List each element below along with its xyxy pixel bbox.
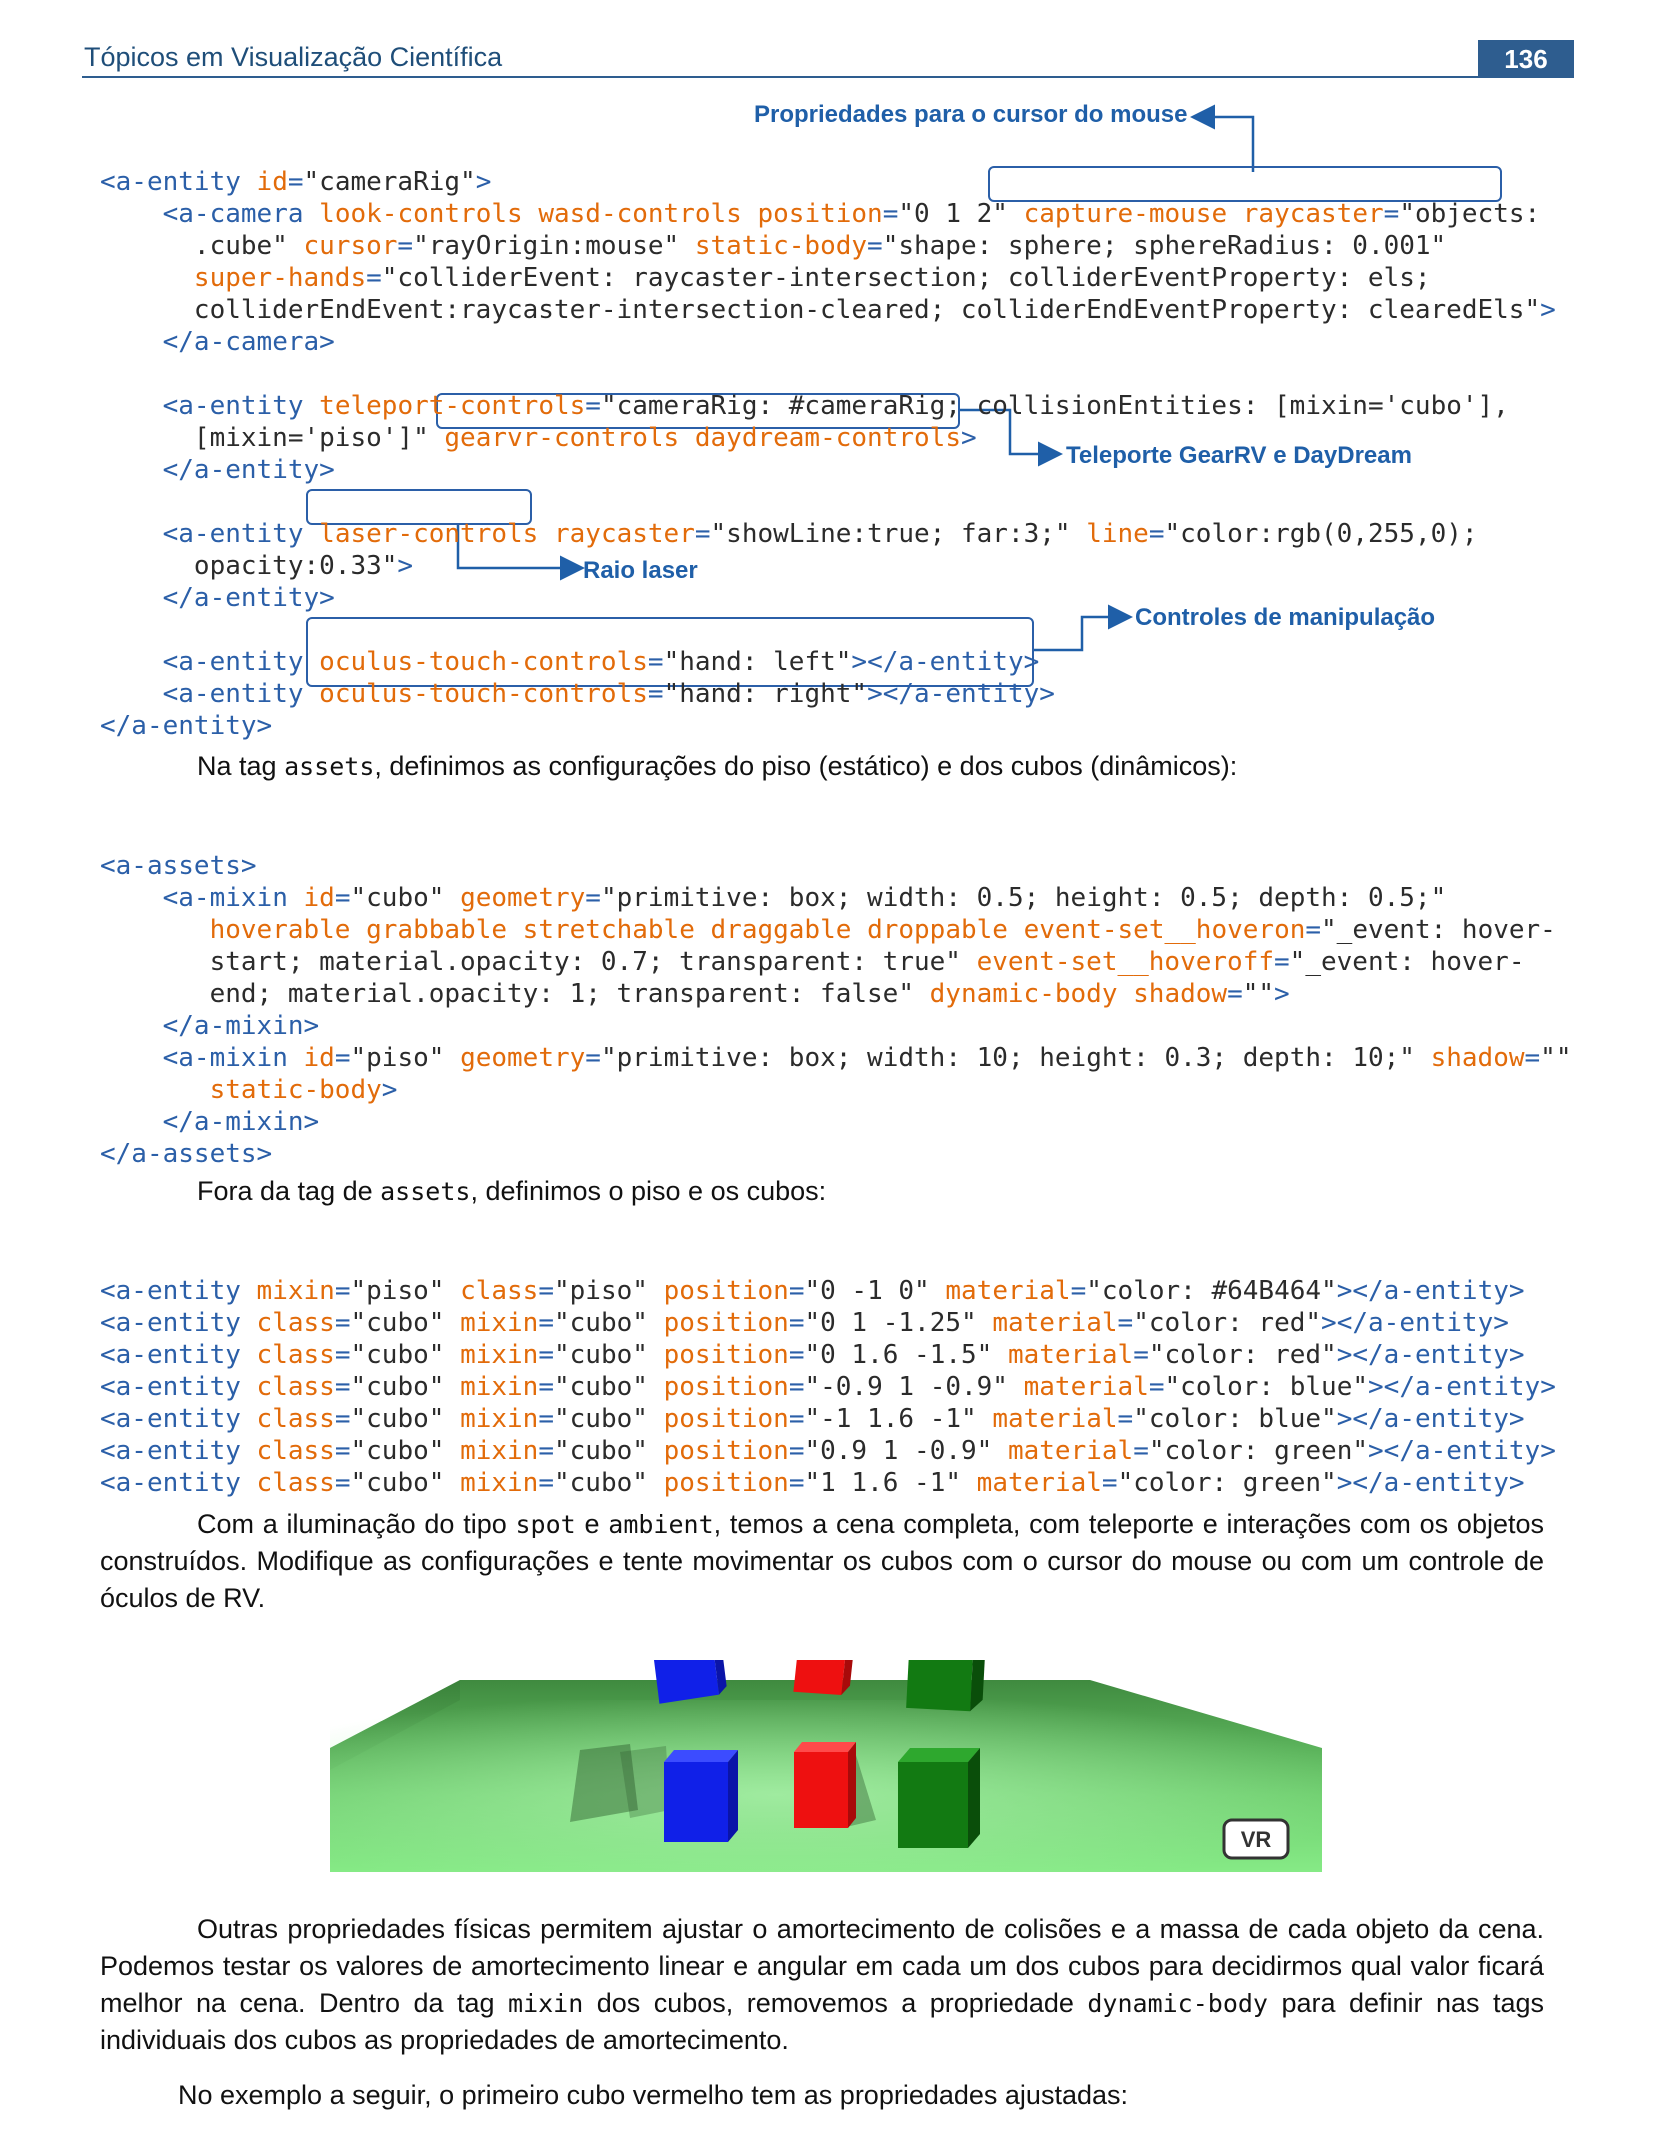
- code-line: <a-entity oculus-touch-controls="hand: l…: [162, 647, 1040, 677]
- code-line: start; material.opacity: 0.7; transparen…: [100, 947, 1525, 977]
- code-block-camera-rig: <a-entity id="cameraRig"> <a-camera look…: [100, 134, 1556, 774]
- vr-button-label: VR: [1241, 1827, 1272, 1852]
- inline-code: mixin: [508, 1989, 584, 2018]
- code-line: </a-entity>: [100, 711, 273, 741]
- code-line: super-hands="colliderEvent: raycaster-in…: [193, 263, 1431, 293]
- code-block-entities: <a-entity mixin="piso" class="piso" posi…: [100, 1243, 1556, 1531]
- paragraph-lighting: Com a iluminação do tipo spot e ambient,…: [100, 1506, 1544, 1617]
- code-line: <a-entity class="cubo" mixin="cubo" posi…: [100, 1372, 1556, 1402]
- text: Com a iluminação do tipo: [197, 1509, 516, 1539]
- paragraph-example: No exemplo a seguir, o primeiro cubo ver…: [178, 2080, 1128, 2110]
- code-line: <a-entity class="cubo" mixin="cubo" posi…: [100, 1404, 1525, 1434]
- code-line: hoverable grabbable stretchable draggabl…: [209, 915, 1556, 945]
- annotation-mouse-cursor: Propriedades para o cursor do mouse: [754, 101, 1188, 128]
- code-line: [mixin='piso']" gearvr-controls daydream…: [100, 423, 977, 453]
- text: , definimos o piso e os cubos:: [470, 1176, 827, 1206]
- code-line: <a-entity teleport-controls="cameraRig: …: [162, 391, 1509, 421]
- code-line: <a-entity class="cubo" mixin="cubo" posi…: [100, 1340, 1525, 1370]
- paragraph-physics: Outras propriedades físicas permitem aju…: [100, 1911, 1544, 2059]
- code-line: </a-assets>: [100, 1139, 273, 1169]
- code-line: </a-entity>: [162, 583, 335, 613]
- code-line: <a-entity laser-controls raycaster="show…: [162, 519, 1478, 549]
- inline-code: ambient: [608, 1510, 714, 1539]
- vr-button[interactable]: VR: [1222, 1818, 1290, 1860]
- inline-code: assets: [284, 752, 375, 781]
- code-line: static-body>: [209, 1075, 398, 1105]
- text: e: [575, 1509, 609, 1539]
- code-line: <a-entity class="cubo" mixin="cubo" posi…: [100, 1436, 1556, 1466]
- code-line: </a-camera>: [162, 327, 335, 357]
- code-line: <a-mixin id="cubo" geometry="primitive: …: [162, 883, 1447, 913]
- code-line: <a-entity class="cubo" mixin="cubo" posi…: [100, 1468, 1525, 1498]
- text: Fora da tag de: [197, 1176, 381, 1206]
- code-line: colliderEndEvent:raycaster-intersection-…: [100, 295, 1556, 325]
- inline-code: spot: [515, 1510, 576, 1539]
- paragraph-assets-intro: Na tag assets, definimos as configuraçõe…: [197, 748, 1237, 785]
- green-cube-bottom: [898, 1748, 980, 1848]
- code-line: <a-entity class="cubo" mixin="cubo" posi…: [100, 1308, 1509, 1338]
- text: dos cubos, removemos a propriedade: [583, 1988, 1088, 2018]
- code-line: <a-entity mixin="piso" class="piso" posi…: [100, 1276, 1525, 1306]
- code-line: end; material.opacity: 1; transparent: f…: [100, 979, 1290, 1009]
- code-line: <a-entity id="cameraRig">: [100, 167, 492, 197]
- green-cube-top: [906, 1660, 986, 1712]
- code-line: <a-mixin id="piso" geometry="primitive: …: [162, 1043, 1572, 1073]
- red-cube-bottom: [794, 1742, 856, 1828]
- code-line: </a-mixin>: [162, 1107, 320, 1137]
- code-line: <a-camera look-controls wasd-controls po…: [162, 199, 1541, 229]
- text: Na tag: [197, 751, 285, 781]
- code-line: .cube" cursor="rayOrigin:mouse" static-b…: [100, 231, 1447, 261]
- code-line: </a-mixin>: [162, 1011, 320, 1041]
- inline-code: assets: [380, 1177, 471, 1206]
- code-line: <a-assets>: [100, 851, 257, 881]
- inline-code: dynamic-body: [1087, 1989, 1268, 2018]
- vr-scene-image: VR: [330, 1660, 1322, 1872]
- code-block-assets: <a-assets> <a-mixin id="cubo" geometry="…: [100, 818, 1571, 1202]
- code-line: </a-entity>: [162, 455, 335, 485]
- code-line: <a-entity oculus-touch-controls="hand: r…: [162, 679, 1055, 709]
- text: , definimos as configurações do piso (es…: [374, 751, 1238, 781]
- paragraph-outside-assets: Fora da tag de assets, definimos o piso …: [197, 1173, 826, 1210]
- blue-cube-bottom: [664, 1750, 738, 1842]
- code-line: opacity:0.33">: [100, 551, 414, 581]
